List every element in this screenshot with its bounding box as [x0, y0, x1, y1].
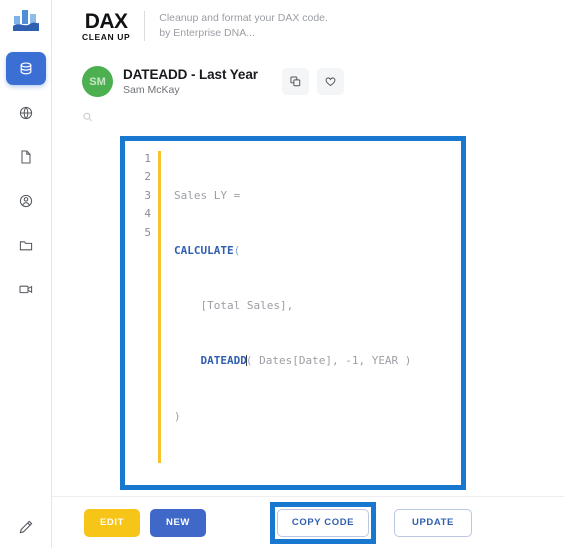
database-icon — [20, 61, 31, 74]
bar-chart-logo[interactable] — [9, 6, 43, 36]
tagline-line-1: Cleanup and format your DAX code. — [159, 11, 328, 24]
update-button[interactable]: UPDATE — [394, 508, 472, 537]
sidebar-item-video[interactable] — [6, 272, 46, 305]
code-line: [Total Sales], — [174, 297, 461, 315]
bar-chart-logo-svg — [12, 10, 39, 31]
pen-icon — [19, 520, 33, 534]
footer-toolbar: EDIT NEW COPY CODE UPDATE — [52, 496, 564, 548]
new-button[interactable]: NEW — [150, 508, 206, 537]
snippet-header: SM DATEADD - Last Year Sam McKay — [52, 66, 564, 97]
avatar: SM — [82, 66, 113, 97]
code-line: ) — [174, 408, 461, 426]
sidebar-nav — [0, 52, 51, 305]
line-number: 4 — [144, 207, 151, 221]
globe-icon — [19, 106, 32, 119]
code-line: Sales LY = — [174, 187, 461, 205]
code-token: [Total Sales], — [174, 299, 294, 313]
copy-icon — [290, 76, 301, 87]
code-token-paren: ( — [233, 244, 241, 258]
dax-cleanup-app: DAX CLEAN UP Cleanup and format your DAX… — [0, 0, 564, 548]
line-number: 1 — [144, 152, 151, 165]
sidebar-item-globe[interactable] — [6, 96, 46, 129]
copy-code-highlight: COPY CODE — [270, 501, 376, 544]
update-button-wrap: UPDATE — [394, 508, 472, 537]
user-circle-icon — [19, 194, 32, 207]
snippet-author: Sam McKay — [123, 84, 180, 96]
main-panel: DAX CLEAN UP Cleanup and format your DAX… — [52, 0, 564, 548]
line-number: 3 — [144, 188, 151, 202]
snippet-texts: DATEADD - Last Year Sam McKay — [123, 67, 258, 96]
brand-divider — [144, 11, 146, 41]
video-icon — [18, 285, 32, 293]
code-line: DATEADD( Dates[Date], -1, YEAR ) — [174, 352, 461, 370]
app-header: DAX CLEAN UP Cleanup and format your DAX… — [52, 0, 564, 52]
search-input[interactable] — [101, 111, 412, 123]
sidebar-item-account[interactable] — [6, 184, 46, 217]
sidebar — [0, 0, 52, 548]
code-content[interactable]: Sales LY = CALCULATE( [Total Sales], DAT… — [161, 150, 461, 463]
snippet-actions — [281, 68, 344, 95]
file-icon — [20, 149, 31, 164]
copy-code-button[interactable]: COPY CODE — [277, 508, 369, 537]
search-bar[interactable] — [82, 111, 412, 127]
brand-primary-text: DAX — [84, 9, 128, 33]
dax-brand: DAX CLEAN UP — [82, 11, 130, 42]
sidebar-item-pen[interactable] — [0, 519, 51, 536]
brand-secondary-text: CLEAN UP — [82, 31, 131, 42]
code-line: CALCULATE( — [174, 242, 461, 260]
tagline-line-2: by Enterprise DNA... — [159, 27, 255, 39]
line-number: 5 — [144, 225, 151, 239]
favorite-button[interactable] — [316, 68, 344, 95]
copy-snippet-button[interactable] — [281, 68, 309, 95]
code-token: Sales LY = — [174, 188, 241, 202]
folder-icon — [19, 240, 32, 250]
edit-button[interactable]: EDIT — [84, 508, 140, 537]
line-number-gutter: 1 2 3 4 5 — [125, 150, 151, 463]
code-token: ) — [174, 409, 181, 423]
tagline: Cleanup and format your DAX code. by Ent… — [159, 11, 328, 41]
sidebar-item-database[interactable] — [5, 52, 46, 85]
sidebar-item-file[interactable] — [6, 140, 46, 173]
sidebar-item-folder[interactable] — [6, 228, 46, 261]
line-number: 2 — [144, 170, 151, 184]
page-title: DATEADD - Last Year — [123, 67, 258, 82]
code-token: Dates[Date], -1, YEAR ) — [252, 354, 412, 368]
search-icon — [83, 112, 92, 122]
code-token-function: DATEADD — [200, 354, 247, 368]
code-token-function: CALCULATE — [174, 244, 234, 258]
code-editor[interactable]: 1 2 3 4 5 Sales LY = CALCULATE( [Total S… — [125, 141, 461, 485]
code-editor-highlight: 1 2 3 4 5 Sales LY = CALCULATE( [Total S… — [120, 136, 466, 490]
heart-icon — [325, 77, 336, 87]
